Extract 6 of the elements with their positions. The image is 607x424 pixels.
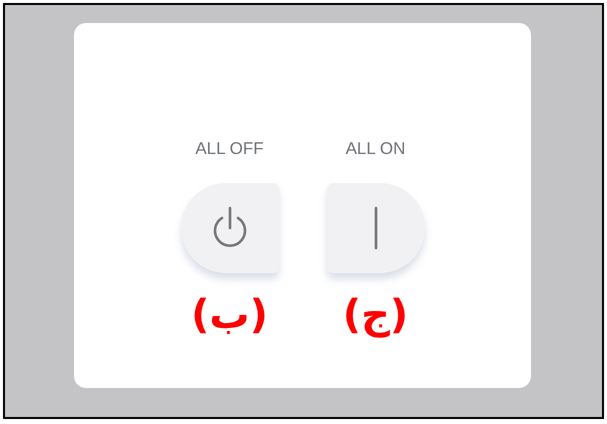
annotation-label: (ج): [342, 291, 410, 339]
line-icon: [374, 206, 378, 250]
annotation-label: (ب): [190, 291, 269, 339]
all-off-button[interactable]: [180, 183, 278, 273]
switch-label: ALL ON: [346, 138, 406, 160]
switch-label: ALL OFF: [195, 138, 264, 160]
